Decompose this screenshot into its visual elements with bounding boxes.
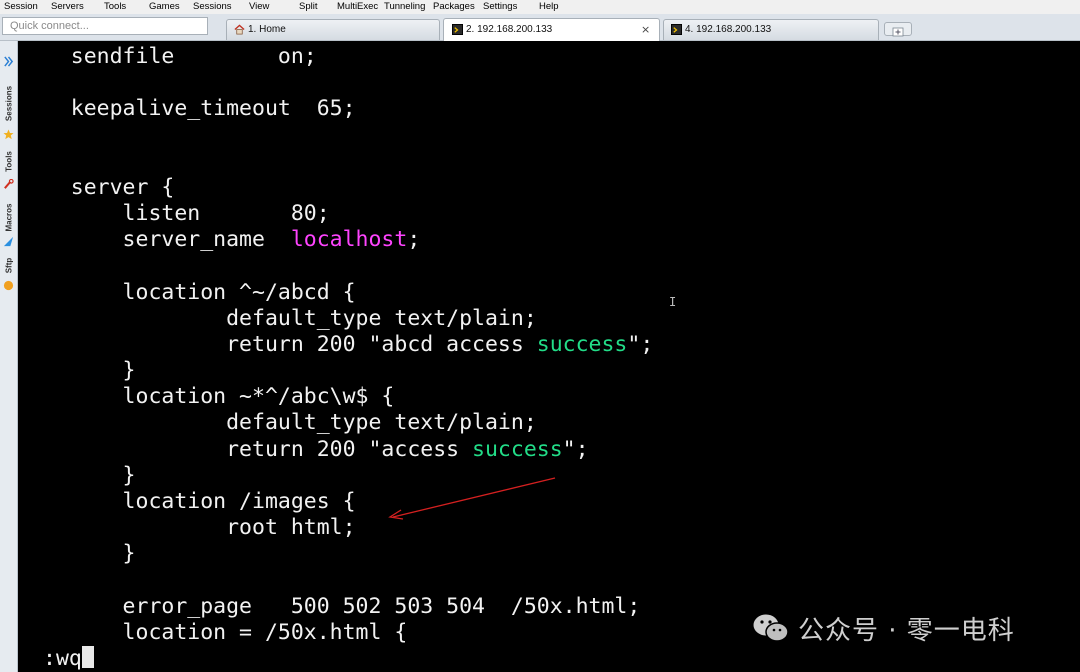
terminal-icon (452, 24, 463, 35)
home-icon (234, 24, 245, 35)
expand-chevron-icon[interactable] (3, 56, 14, 67)
watermark-text: 公众号 · 零一电科 (798, 615, 1015, 646)
menu-settings[interactable]: Settings (483, 1, 517, 13)
tools-icon (4, 179, 14, 189)
menu-help[interactable]: Help (539, 1, 559, 13)
menu-tunneling[interactable]: Tunneling (384, 1, 425, 13)
menu-view[interactable]: View (249, 1, 269, 13)
tab-session-4-label: 4. 192.168.200.133 (685, 24, 772, 35)
menu-packages[interactable]: Packages (433, 1, 475, 13)
menu-multiexec[interactable]: MultiExec (337, 1, 378, 13)
new-tab-button[interactable] (884, 22, 912, 37)
sftp-icon (3, 280, 14, 291)
menu-games[interactable]: Games (149, 1, 180, 13)
tab-session-2[interactable]: 2. 192.168.200.133 × (443, 18, 660, 41)
quick-connect-placeholder: Quick connect... (10, 20, 89, 32)
sidebar-sessions[interactable]: Sessions (5, 81, 14, 127)
close-icon[interactable]: × (641, 23, 650, 36)
watermark: 公众号 · 零一电科 (752, 611, 1015, 646)
menu-split[interactable]: Split (299, 1, 317, 13)
tab-home[interactable]: 1. Home (226, 19, 440, 40)
tab-home-label: 1. Home (248, 24, 286, 35)
plus-icon (892, 27, 904, 37)
sidebar-tools[interactable]: Tools (5, 139, 14, 185)
quick-connect-input[interactable]: Quick connect... (2, 17, 208, 35)
wechat-icon (753, 614, 789, 642)
terminal-icon (671, 24, 682, 35)
menu-sessions[interactable]: Sessions (193, 1, 232, 13)
menu-tools[interactable]: Tools (104, 1, 126, 13)
tab-session-4[interactable]: 4. 192.168.200.133 (663, 19, 879, 40)
menu-servers[interactable]: Servers (51, 1, 84, 13)
side-panel: Sessions Tools Macros Sftp (0, 41, 18, 672)
menu-session[interactable]: Session (4, 1, 38, 13)
terminal-view[interactable]: sendfile on; keepalive_timeout 65; serve… (19, 41, 1080, 672)
menu-bar: Session Servers Tools Games Sessions Vie… (0, 0, 1080, 14)
tab-session-2-label: 2. 192.168.200.133 (466, 24, 553, 35)
annotation-arrow (388, 477, 556, 520)
sidebar-macros[interactable]: Macros (5, 195, 14, 241)
